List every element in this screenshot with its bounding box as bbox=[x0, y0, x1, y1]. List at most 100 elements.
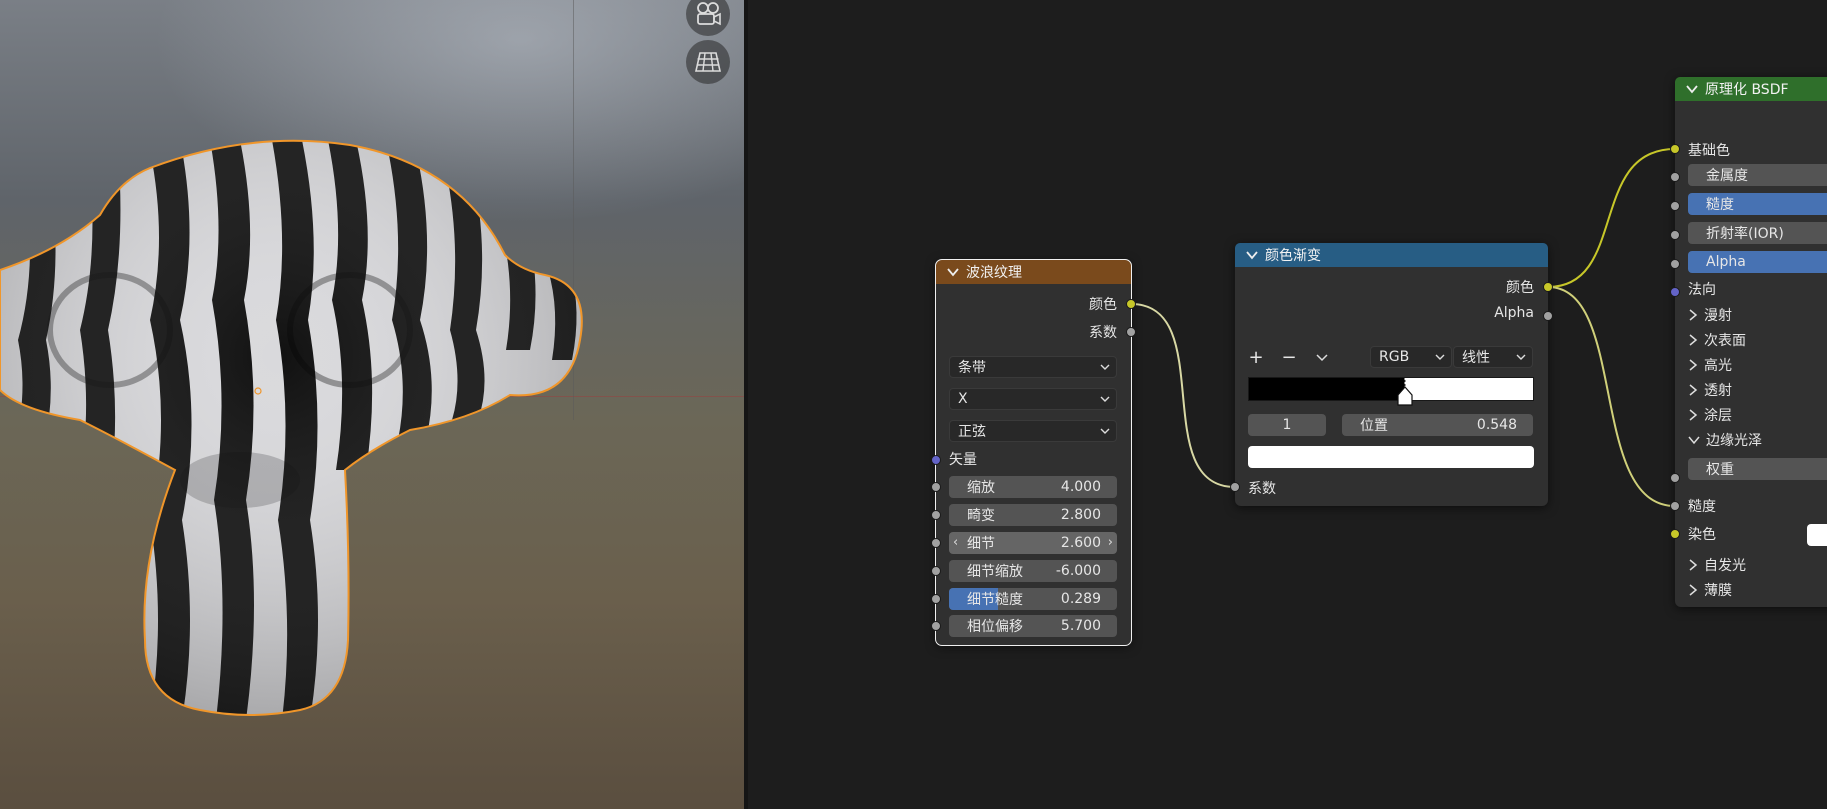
remove-stop-button[interactable]: − bbox=[1280, 346, 1298, 368]
field-value: -6.000 bbox=[1055, 563, 1101, 579]
ramp-stop-handle[interactable] bbox=[1396, 379, 1414, 407]
output-color-label: 颜色 bbox=[1089, 297, 1117, 313]
sheen-weight-input-socket[interactable] bbox=[1670, 473, 1680, 483]
ramp-fac-input-socket[interactable] bbox=[1230, 482, 1240, 492]
sheen-panel[interactable]: 边缘光泽 bbox=[1688, 430, 1762, 450]
sheen-weight-field[interactable]: 权重 bbox=[1688, 458, 1827, 480]
field-label: 缩放 bbox=[967, 480, 995, 496]
normal-input-socket[interactable] bbox=[1670, 287, 1680, 297]
base-color-label: 基础色 bbox=[1688, 143, 1730, 159]
color-mode-dropdown[interactable]: RGB bbox=[1370, 346, 1452, 368]
ior-field[interactable]: 折射率(IOR) bbox=[1688, 222, 1827, 244]
emission-panel[interactable]: 自发光 bbox=[1688, 555, 1746, 575]
chevron-right-icon bbox=[1689, 309, 1698, 321]
ramp-color-output-socket[interactable] bbox=[1543, 282, 1553, 292]
diffuse-panel[interactable]: 漫射 bbox=[1688, 305, 1732, 325]
field-label: 权重 bbox=[1706, 462, 1734, 478]
coat-panel[interactable]: 涂层 bbox=[1688, 405, 1732, 425]
base-color-input-socket[interactable] bbox=[1670, 144, 1680, 154]
shader-node-editor[interactable]: 波浪纹理 颜色 系数 条带 X 正弦 矢量 缩放 4.000 畸变 2.800 … bbox=[748, 0, 1827, 809]
link-wave-color-to-ramp-fac bbox=[1130, 303, 1236, 488]
profile-dropdown[interactable]: 正弦 bbox=[949, 420, 1117, 442]
dropdown-value: 正弦 bbox=[958, 424, 986, 440]
field-label: 细节糙度 bbox=[967, 592, 1023, 608]
decrement-arrow-icon[interactable]: ‹ bbox=[953, 535, 958, 550]
sheen-tint-swatch[interactable] bbox=[1807, 524, 1827, 546]
scale-input-socket[interactable] bbox=[931, 482, 941, 492]
detail-input-socket[interactable] bbox=[931, 538, 941, 548]
roughness-field[interactable]: 糙度 bbox=[1688, 193, 1827, 215]
detail-roughness-input-socket[interactable] bbox=[931, 594, 941, 604]
wave-texture-node[interactable]: 波浪纹理 颜色 系数 条带 X 正弦 矢量 缩放 4.000 畸变 2.800 … bbox=[935, 259, 1132, 646]
field-value: 2.800 bbox=[1060, 507, 1101, 523]
interpolation-dropdown[interactable]: 线性 bbox=[1453, 346, 1533, 368]
sheen-tint-label: 染色 bbox=[1688, 527, 1716, 543]
3d-viewport[interactable] bbox=[0, 0, 744, 809]
node-header[interactable]: 颜色渐变 bbox=[1235, 243, 1548, 267]
sheen-tint-input-socket[interactable] bbox=[1670, 529, 1680, 539]
ramp-alpha-output-socket[interactable] bbox=[1543, 311, 1553, 321]
perspective-toggle-button[interactable] bbox=[686, 40, 730, 84]
sheen-roughness-input-socket[interactable] bbox=[1670, 501, 1680, 511]
wave-color-output-socket[interactable] bbox=[1126, 299, 1136, 309]
metallic-input-socket[interactable] bbox=[1670, 172, 1680, 182]
scale-field[interactable]: 缩放 4.000 bbox=[949, 476, 1117, 498]
ior-input-socket[interactable] bbox=[1670, 230, 1680, 240]
panel-label: 透射 bbox=[1704, 383, 1732, 399]
detail-scale-input-socket[interactable] bbox=[931, 566, 941, 576]
collapse-chevron-icon[interactable] bbox=[1685, 82, 1699, 96]
field-label: 糙度 bbox=[1706, 197, 1734, 213]
alpha-input-socket[interactable] bbox=[1670, 259, 1680, 269]
field-label: Alpha bbox=[1706, 254, 1746, 270]
detail-roughness-field[interactable]: 细节糙度 0.289 bbox=[949, 588, 1117, 610]
perspective-grid-icon bbox=[695, 52, 721, 72]
panel-label: 薄膜 bbox=[1704, 583, 1732, 599]
roughness-input-socket[interactable] bbox=[1670, 201, 1680, 211]
collapse-chevron-icon[interactable] bbox=[1245, 248, 1259, 262]
color-ramp-bar[interactable] bbox=[1248, 377, 1534, 401]
dropdown-value: 线性 bbox=[1462, 350, 1490, 366]
direction-dropdown[interactable]: X bbox=[949, 388, 1117, 410]
alpha-field[interactable]: Alpha bbox=[1688, 251, 1827, 273]
ramp-menu-button[interactable] bbox=[1313, 348, 1331, 366]
thin-film-panel[interactable]: 薄膜 bbox=[1688, 580, 1732, 600]
wave-fac-output-socket[interactable] bbox=[1126, 327, 1136, 337]
transmission-panel[interactable]: 透射 bbox=[1688, 380, 1732, 400]
detail-field[interactable]: ‹ 细节 2.600 › bbox=[949, 532, 1117, 554]
field-value: 4.000 bbox=[1060, 479, 1101, 495]
chevron-down-icon bbox=[1100, 364, 1110, 370]
principled-bsdf-node[interactable]: 原理化 BSDF 基础色 金属度 糙度 折射率(IOR) Alpha 法向 漫射… bbox=[1675, 77, 1827, 607]
panel-label: 次表面 bbox=[1704, 333, 1746, 349]
specular-panel[interactable]: 高光 bbox=[1688, 355, 1732, 375]
node-header[interactable]: 原理化 BSDF bbox=[1675, 77, 1827, 101]
phase-offset-input-socket[interactable] bbox=[931, 621, 941, 631]
field-label: 畸变 bbox=[967, 508, 995, 524]
phase-offset-field[interactable]: 相位偏移 5.700 bbox=[949, 615, 1117, 637]
collapse-chevron-icon[interactable] bbox=[946, 265, 960, 279]
vector-input-socket[interactable] bbox=[931, 455, 941, 465]
node-header[interactable]: 波浪纹理 bbox=[936, 260, 1131, 284]
chevron-down-icon bbox=[1100, 396, 1110, 402]
suzanne-mesh[interactable] bbox=[0, 0, 744, 809]
camera-view-icon bbox=[697, 2, 721, 26]
fac-input-label: 系数 bbox=[1248, 481, 1276, 497]
active-stop-index-field[interactable]: 1 bbox=[1248, 414, 1326, 436]
field-value: 5.700 bbox=[1060, 618, 1101, 634]
metallic-field[interactable]: 金属度 bbox=[1688, 164, 1827, 186]
detail-scale-field[interactable]: 细节缩放 -6.000 bbox=[949, 560, 1117, 582]
remove-stop-icon: − bbox=[1281, 346, 1297, 368]
distortion-field[interactable]: 畸变 2.800 bbox=[949, 504, 1117, 526]
stop-position-field[interactable]: 位置 0.548 bbox=[1342, 414, 1533, 436]
panel-label: 涂层 bbox=[1704, 408, 1732, 424]
increment-arrow-icon[interactable]: › bbox=[1108, 535, 1113, 550]
subsurface-panel[interactable]: 次表面 bbox=[1688, 330, 1746, 350]
stop-color-swatch[interactable] bbox=[1248, 446, 1534, 468]
distortion-input-socket[interactable] bbox=[931, 510, 941, 520]
wave-type-dropdown[interactable]: 条带 bbox=[949, 356, 1117, 378]
chevron-down-icon bbox=[1516, 354, 1526, 360]
add-stop-button[interactable]: + bbox=[1247, 347, 1265, 368]
color-ramp-node[interactable]: 颜色渐变 颜色 Alpha + − RGB 线性 1 位置 0.548 系数 bbox=[1235, 243, 1548, 506]
dropdown-value: RGB bbox=[1379, 349, 1410, 365]
chevron-right-icon bbox=[1689, 334, 1698, 346]
panel-label: 自发光 bbox=[1704, 558, 1746, 574]
